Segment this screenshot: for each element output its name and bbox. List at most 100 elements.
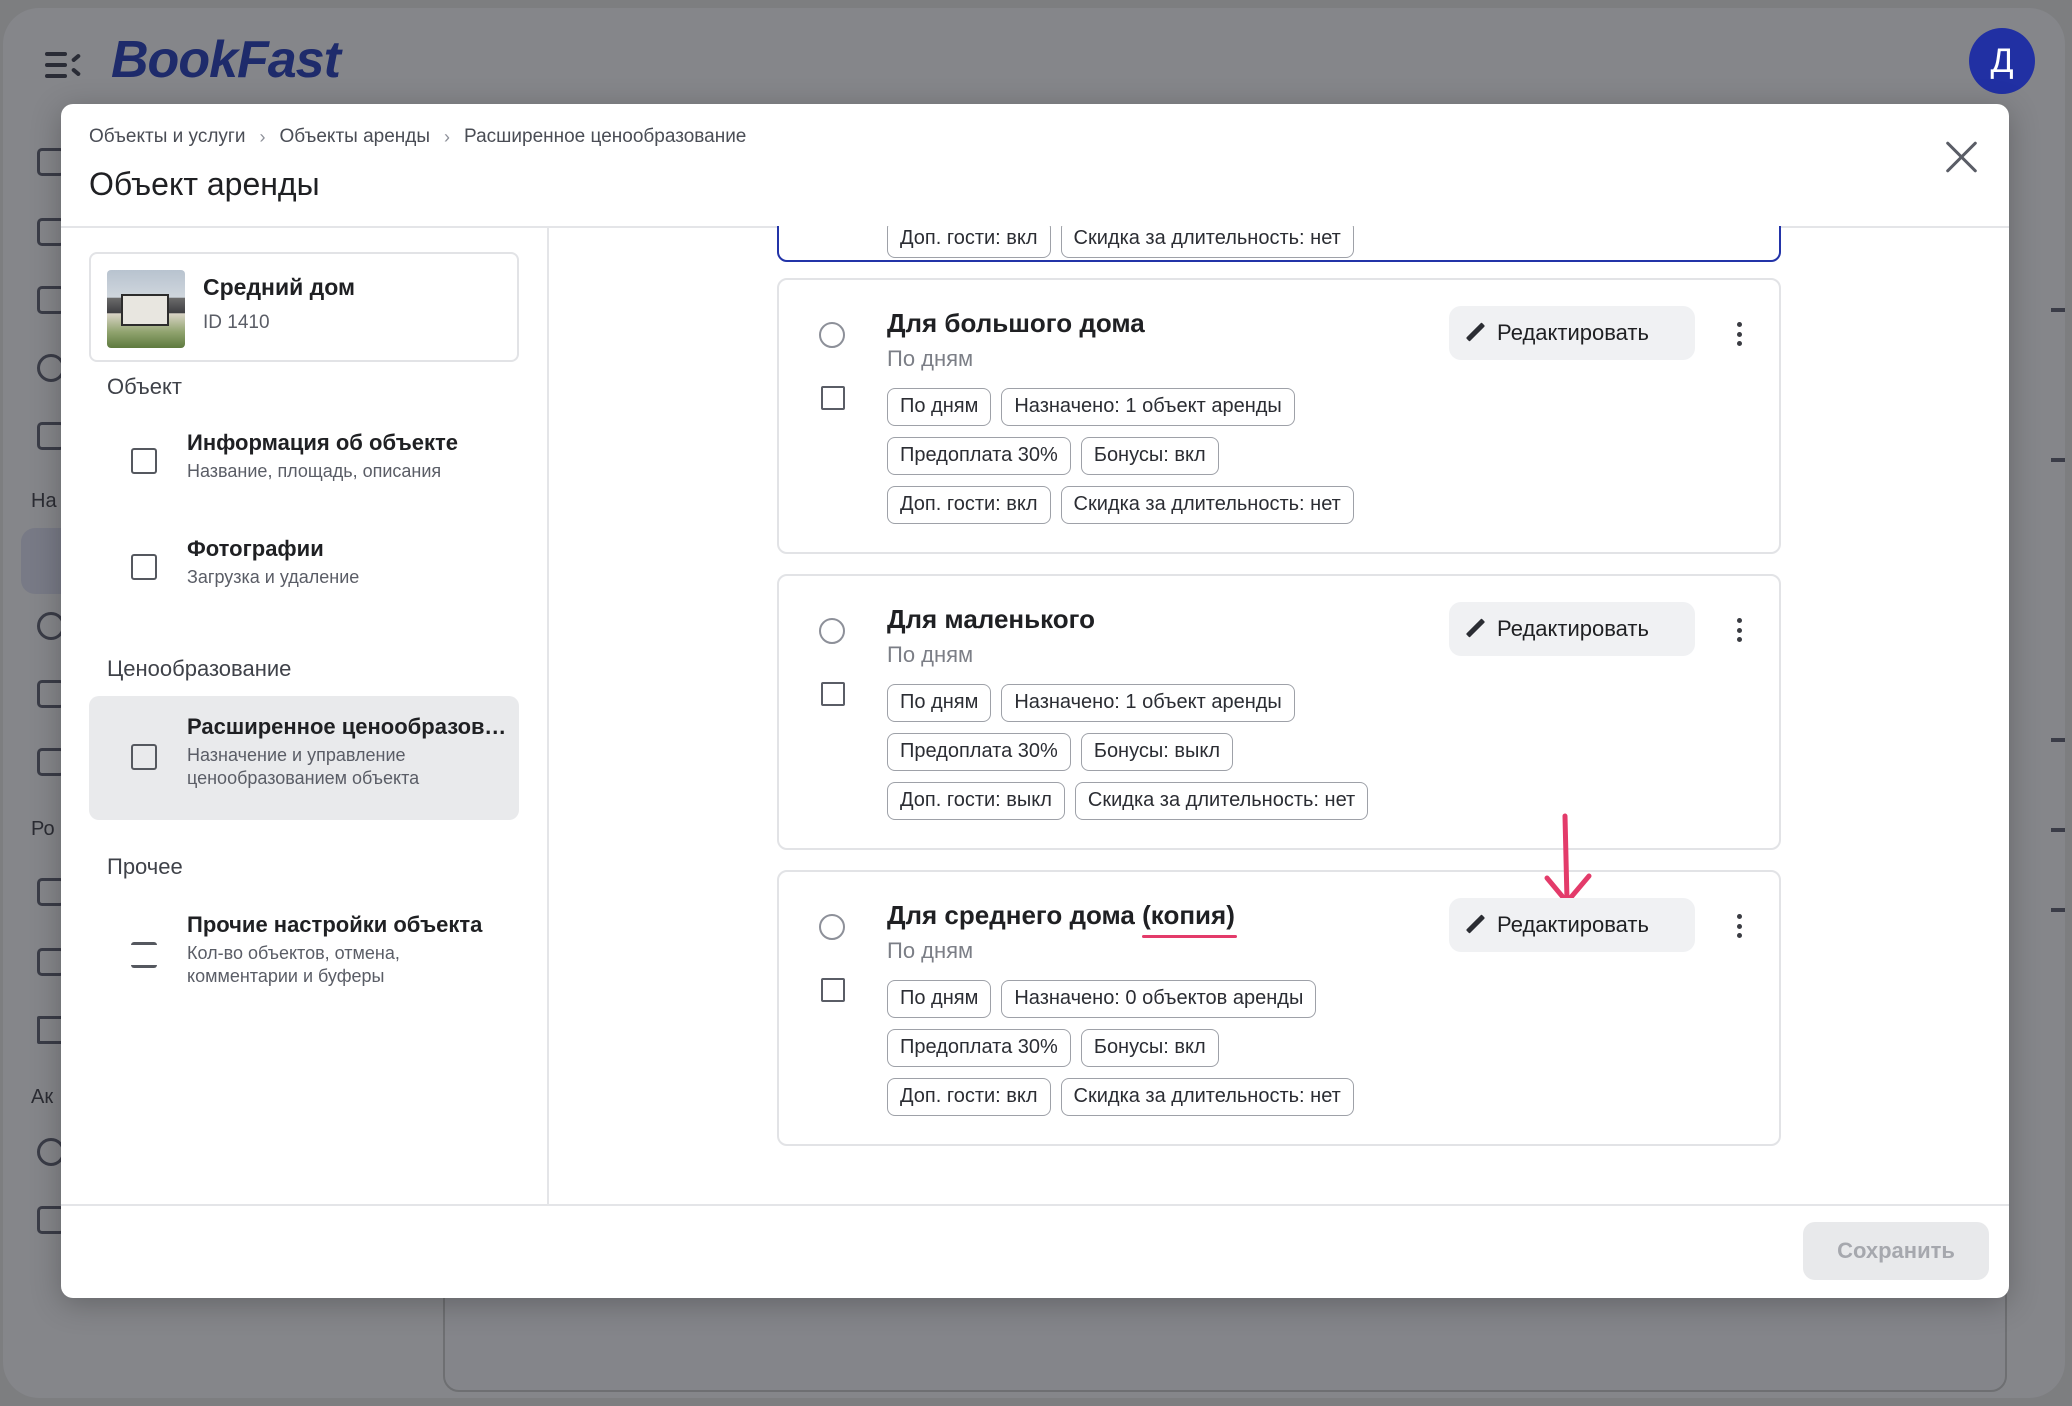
edit-button[interactable]: Редактировать <box>1449 602 1695 656</box>
plan-chip: По дням <box>887 388 992 426</box>
plan-chip: Скидка за длительность: нет <box>1074 782 1369 820</box>
pencil-icon <box>1465 323 1485 343</box>
nav-item-pricing[interactable]: Расширенное ценообразование Назначение и… <box>89 696 519 820</box>
nav-item-title: Информация об объекте <box>187 430 459 455</box>
image-icon <box>131 448 157 474</box>
nav-item-title: Прочие настройки объекта <box>187 912 483 937</box>
nav-item-subtitle: Назначение и управление ценообразованием… <box>187 745 420 788</box>
nav-section-label: Ак <box>31 1086 54 1108</box>
chevron-right-icon: › <box>444 126 451 147</box>
edit-button-label: Редактировать <box>1497 912 1649 937</box>
price-tag-icon <box>131 744 157 770</box>
edit-button[interactable]: Редактировать <box>1449 898 1695 952</box>
nav-item-info[interactable]: Информация об объекте Название, площадь,… <box>89 412 519 522</box>
pricing-plans-list: Доп. гости: вкл Скидка за длительность: … <box>549 226 2009 1204</box>
nav-item-title: Расширенное ценообразование <box>187 714 507 739</box>
menu-collapse-icon[interactable] <box>45 50 82 80</box>
breadcrumb-item[interactable]: Объекты и услуги <box>89 126 245 148</box>
plan-chip: Предоплата 30% <box>887 733 1071 771</box>
pencil-icon <box>1465 619 1485 639</box>
plan-chip: Назначено: 0 объектов аренды <box>1001 980 1317 1018</box>
nav-item-subtitle: Кол-во объектов, отмена, комментарии и б… <box>187 943 400 986</box>
plan-chip: Доп. гости: вкл <box>887 486 1051 524</box>
plan-chip: Доп. гости: выкл <box>887 782 1065 820</box>
plan-radio[interactable] <box>819 914 845 940</box>
more-options-icon[interactable] <box>1735 322 1743 346</box>
object-thumbnail <box>107 270 185 348</box>
nav-item-subtitle: Загрузка и удаление <box>187 567 360 587</box>
breadcrumb: Объекты и услуги › Объекты аренды › Расш… <box>89 126 746 148</box>
close-icon[interactable] <box>1945 140 1979 174</box>
plan-chips: По дням Назначено: 0 объектов аренды Пре… <box>887 980 1354 1116</box>
plan-chip: Назначено: 1 объект аренды <box>1001 388 1295 426</box>
modal-footer: Сохранить <box>61 1204 2009 1298</box>
plan-chip: Скидка за длительность: нет <box>1060 226 1354 258</box>
plan-chip: Бонусы: вкл <box>1080 1029 1219 1067</box>
pricing-plan-card-selected[interactable]: Доп. гости: вкл Скидка за длительность: … <box>777 226 1781 262</box>
app-header: BookFast Д <box>3 8 2065 118</box>
user-avatar[interactable]: Д <box>1969 28 2035 94</box>
plan-name: Для большого дома <box>887 308 1145 338</box>
chevron-right-icon: › <box>259 126 266 147</box>
plan-chips: По дням Назначено: 1 объект аренды Предо… <box>887 684 1369 820</box>
plan-chip: Назначено: 1 объект аренды <box>1001 684 1295 722</box>
plan-type: По дням <box>887 642 974 667</box>
annotation-arrow-icon <box>1544 813 1592 905</box>
more-options-icon[interactable] <box>1735 914 1743 938</box>
plan-radio[interactable] <box>819 322 845 348</box>
nav-section-label: Ро <box>31 818 55 840</box>
object-id: ID 1410 <box>203 312 270 333</box>
plan-chips: Доп. гости: вкл Скидка за длительность: … <box>887 226 1354 258</box>
plan-chip: Бонусы: выкл <box>1080 733 1234 771</box>
background-sidebar: На Ро Ак <box>3 118 81 1398</box>
more-options-icon[interactable] <box>1735 618 1743 642</box>
pricing-plan-card[interactable]: Для среднего дома (копия) По дням Редакт… <box>777 813 1781 1146</box>
nav-section-label: На <box>31 490 57 512</box>
pricing-plan-card[interactable]: Для маленького По дням Редактировать По … <box>777 574 1781 850</box>
section-heading-pricing: Ценообразование <box>107 656 292 681</box>
plan-type: По дням <box>887 938 974 963</box>
breadcrumb-item[interactable]: Объекты аренды <box>279 126 430 148</box>
nav-item-other[interactable]: Прочие настройки объекта Кол-во объектов… <box>89 894 519 1018</box>
section-heading-object: Объект <box>107 374 182 399</box>
edit-button-label: Редактировать <box>1497 320 1649 345</box>
nav-item-photos[interactable]: Фотографии Загрузка и удаление <box>89 518 519 628</box>
plan-name-text: Для среднего дома <box>887 900 1135 930</box>
nav-item-title: Фотографии <box>187 536 324 561</box>
app-logo[interactable]: BookFast <box>111 30 341 90</box>
modal-header: Объекты и услуги › Объекты аренды › Расш… <box>61 104 2009 228</box>
breadcrumb-item[interactable]: Расширенное ценообразование <box>464 126 746 148</box>
plan-radio[interactable] <box>819 618 845 644</box>
rental-object-modal: Объекты и услуги › Объекты аренды › Расш… <box>61 104 2009 1298</box>
plan-name-copy-suffix: (копия) <box>1142 900 1235 930</box>
modal-sidebar: Средний дом ID 1410 Объект Информация об… <box>61 226 549 1204</box>
plan-chip: Скидка за длительность: нет <box>1060 486 1354 524</box>
nav-item-subtitle: Название, площадь, описания <box>187 461 442 481</box>
plan-type: По дням <box>887 346 974 371</box>
sliders-icon <box>131 942 157 968</box>
plan-checkbox[interactable] <box>821 978 845 1002</box>
edit-button[interactable]: Редактировать <box>1449 306 1695 360</box>
plan-chip: Доп. гости: вкл <box>887 1078 1051 1116</box>
plan-chip: Предоплата 30% <box>887 1029 1071 1067</box>
edit-button-label: Редактировать <box>1497 616 1649 641</box>
plan-chips: По дням Назначено: 1 объект аренды Предо… <box>887 388 1354 524</box>
plan-name: Для маленького <box>887 604 1096 634</box>
pencil-icon <box>1465 915 1485 935</box>
object-name: Средний дом <box>203 274 355 300</box>
plan-name: Для среднего дома (копия) <box>887 900 1235 931</box>
plan-chip: По дням <box>887 684 992 722</box>
pricing-plan-card[interactable]: Для большого дома По дням Редактировать … <box>777 278 1781 554</box>
plan-chip: Доп. гости: вкл <box>887 226 1051 258</box>
plan-checkbox[interactable] <box>821 386 845 410</box>
plan-chip: Предоплата 30% <box>887 437 1071 475</box>
section-heading-other: Прочее <box>107 854 183 879</box>
plan-chip: Скидка за длительность: нет <box>1060 1078 1354 1116</box>
object-card: Средний дом ID 1410 <box>89 252 519 362</box>
image-icon <box>131 554 157 580</box>
modal-title: Объект аренды <box>89 166 320 202</box>
save-button[interactable]: Сохранить <box>1803 1222 1989 1280</box>
plan-chip: По дням <box>887 980 992 1018</box>
plan-chip: Бонусы: вкл <box>1080 437 1219 475</box>
plan-checkbox[interactable] <box>821 682 845 706</box>
